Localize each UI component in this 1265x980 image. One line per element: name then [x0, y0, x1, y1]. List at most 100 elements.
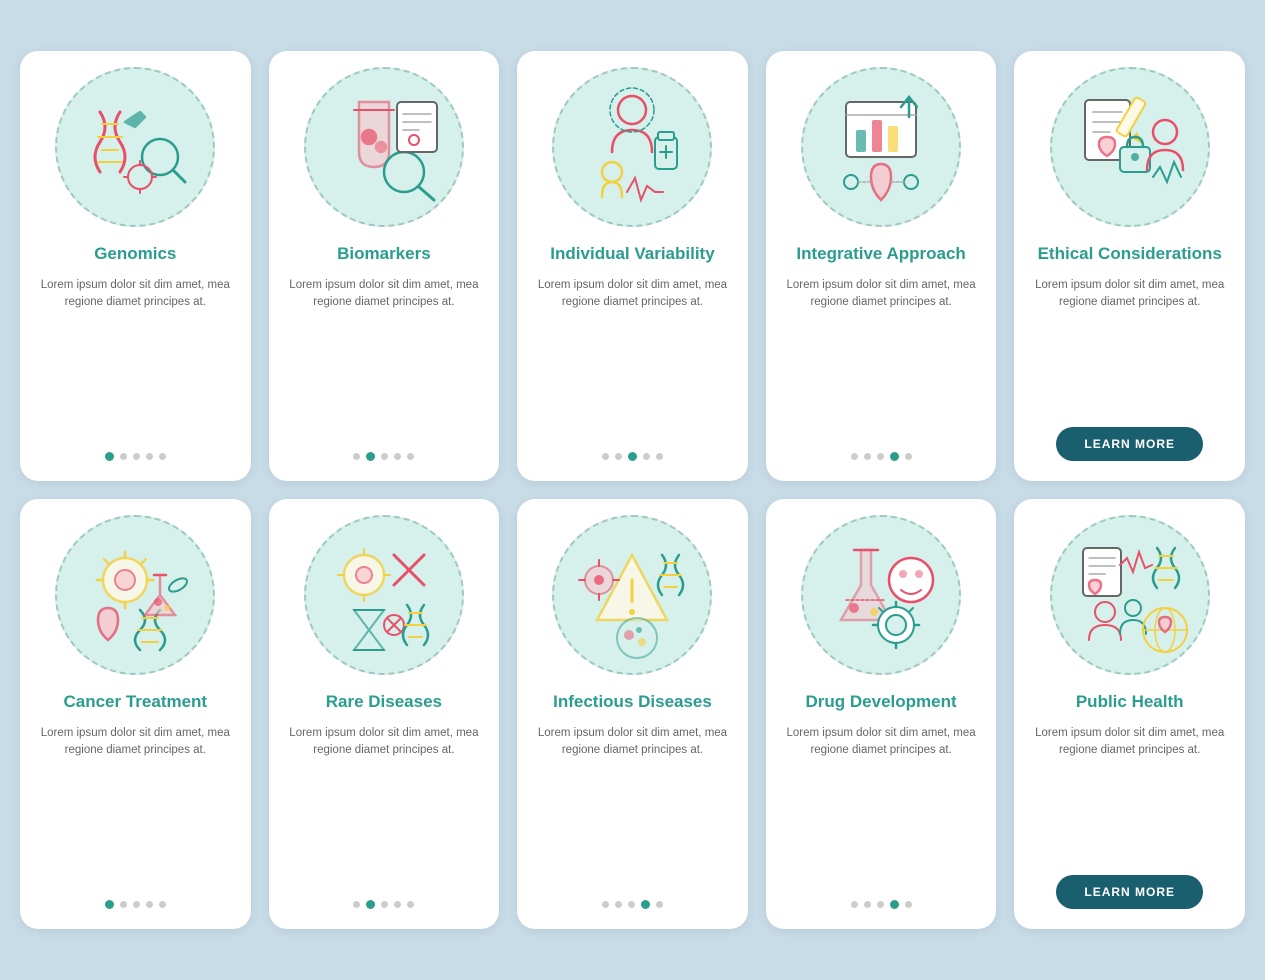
card-title-individual-variability: Individual Variability [550, 243, 714, 265]
card-icon-area-ethical-considerations [1050, 67, 1210, 227]
dot-5-infectious-diseases[interactable] [656, 901, 663, 908]
card-icon-area-individual-variability [552, 67, 712, 227]
card-footer-ethical-considerations: LEARN MORE [1032, 427, 1227, 461]
dot-2-rare-diseases[interactable] [366, 900, 375, 909]
dot-5-cancer-treatment[interactable] [159, 901, 166, 908]
dot-4-integrative-approach[interactable] [890, 452, 899, 461]
card-body-infectious-diseases: Lorem ipsum dolor sit dim amet, mea regi… [535, 725, 730, 884]
dot-3-integrative-approach[interactable] [877, 453, 884, 460]
dot-3-infectious-diseases[interactable] [628, 901, 635, 908]
dot-1-rare-diseases[interactable] [353, 901, 360, 908]
dots-genomics [105, 452, 166, 461]
dot-3-individual-variability[interactable] [628, 452, 637, 461]
card-individual-variability: Individual Variability Lorem ipsum dolor … [517, 51, 748, 481]
dot-3-rare-diseases[interactable] [381, 901, 388, 908]
learn-more-button-public-health[interactable]: LEARN MORE [1056, 875, 1203, 909]
card-body-individual-variability: Lorem ipsum dolor sit dim amet, mea regi… [535, 277, 730, 436]
card-footer-integrative-approach [784, 452, 979, 461]
card-footer-rare-diseases [287, 900, 482, 909]
card-grid: Genomics Lorem ipsum dolor sit dim amet, … [20, 51, 1245, 929]
dot-3-cancer-treatment[interactable] [133, 901, 140, 908]
dot-4-genomics[interactable] [146, 453, 153, 460]
card-icon-area-rare-diseases [304, 515, 464, 675]
card-icon-area-integrative-approach [801, 67, 961, 227]
dot-1-infectious-diseases[interactable] [602, 901, 609, 908]
card-footer-biomarkers [287, 452, 482, 461]
dot-1-genomics[interactable] [105, 452, 114, 461]
dots-individual-variability [602, 452, 663, 461]
dot-3-drug-development[interactable] [877, 901, 884, 908]
dots-drug-development [851, 900, 912, 909]
card-footer-public-health: LEARN MORE [1032, 875, 1227, 909]
dot-5-rare-diseases[interactable] [407, 901, 414, 908]
dot-1-drug-development[interactable] [851, 901, 858, 908]
card-body-rare-diseases: Lorem ipsum dolor sit dim amet, mea regi… [287, 725, 482, 884]
card-footer-genomics [38, 452, 233, 461]
card-icon-area-genomics [55, 67, 215, 227]
card-icon-area-drug-development [801, 515, 961, 675]
dot-3-biomarkers[interactable] [381, 453, 388, 460]
card-title-integrative-approach: Integrative Approach [796, 243, 965, 265]
dots-integrative-approach [851, 452, 912, 461]
card-biomarkers: Biomarkers Lorem ipsum dolor sit dim amet… [269, 51, 500, 481]
card-drug-development: Drug Development Lorem ipsum dolor sit di… [766, 499, 997, 929]
card-title-infectious-diseases: Infectious Diseases [553, 691, 712, 713]
card-body-cancer-treatment: Lorem ipsum dolor sit dim amet, mea regi… [38, 725, 233, 884]
dot-4-drug-development[interactable] [890, 900, 899, 909]
card-public-health: Public Health Lorem ipsum dolor sit dim a… [1014, 499, 1245, 929]
card-title-cancer-treatment: Cancer Treatment [63, 691, 207, 713]
card-body-integrative-approach: Lorem ipsum dolor sit dim amet, mea regi… [784, 277, 979, 436]
dot-4-infectious-diseases[interactable] [641, 900, 650, 909]
card-footer-infectious-diseases [535, 900, 730, 909]
card-title-biomarkers: Biomarkers [337, 243, 431, 265]
dot-3-genomics[interactable] [133, 453, 140, 460]
card-integrative-approach: Integrative Approach Lorem ipsum dolor si… [766, 51, 997, 481]
dot-1-biomarkers[interactable] [353, 453, 360, 460]
card-footer-cancer-treatment [38, 900, 233, 909]
card-body-drug-development: Lorem ipsum dolor sit dim amet, mea regi… [784, 725, 979, 884]
dot-5-drug-development[interactable] [905, 901, 912, 908]
dot-2-drug-development[interactable] [864, 901, 871, 908]
dots-cancer-treatment [105, 900, 166, 909]
card-icon-area-public-health [1050, 515, 1210, 675]
dot-5-integrative-approach[interactable] [905, 453, 912, 460]
card-icon-area-biomarkers [304, 67, 464, 227]
card-title-public-health: Public Health [1076, 691, 1184, 713]
dots-biomarkers [353, 452, 414, 461]
card-title-rare-diseases: Rare Diseases [326, 691, 442, 713]
dot-4-rare-diseases[interactable] [394, 901, 401, 908]
card-footer-individual-variability [535, 452, 730, 461]
dot-2-individual-variability[interactable] [615, 453, 622, 460]
card-title-ethical-considerations: Ethical Considerations [1038, 243, 1222, 265]
dot-5-biomarkers[interactable] [407, 453, 414, 460]
card-body-genomics: Lorem ipsum dolor sit dim amet, mea regi… [38, 277, 233, 436]
card-infectious-diseases: Infectious Diseases Lorem ipsum dolor sit… [517, 499, 748, 929]
card-icon-area-infectious-diseases [552, 515, 712, 675]
dot-4-individual-variability[interactable] [643, 453, 650, 460]
dot-2-genomics[interactable] [120, 453, 127, 460]
dot-1-cancer-treatment[interactable] [105, 900, 114, 909]
card-ethical-considerations: Ethical Considerations Lorem ipsum dolor … [1014, 51, 1245, 481]
dot-2-cancer-treatment[interactable] [120, 901, 127, 908]
card-title-genomics: Genomics [94, 243, 176, 265]
card-icon-area-cancer-treatment [55, 515, 215, 675]
dots-infectious-diseases [602, 900, 663, 909]
dot-1-integrative-approach[interactable] [851, 453, 858, 460]
dot-2-biomarkers[interactable] [366, 452, 375, 461]
card-body-public-health: Lorem ipsum dolor sit dim amet, mea regi… [1032, 725, 1227, 859]
card-cancer-treatment: Cancer Treatment Lorem ipsum dolor sit di… [20, 499, 251, 929]
card-title-drug-development: Drug Development [806, 691, 957, 713]
dot-5-individual-variability[interactable] [656, 453, 663, 460]
learn-more-button-ethical-considerations[interactable]: LEARN MORE [1056, 427, 1203, 461]
card-footer-drug-development [784, 900, 979, 909]
dot-4-biomarkers[interactable] [394, 453, 401, 460]
dots-rare-diseases [353, 900, 414, 909]
card-body-biomarkers: Lorem ipsum dolor sit dim amet, mea regi… [287, 277, 482, 436]
dot-4-cancer-treatment[interactable] [146, 901, 153, 908]
card-body-ethical-considerations: Lorem ipsum dolor sit dim amet, mea regi… [1032, 277, 1227, 411]
dot-1-individual-variability[interactable] [602, 453, 609, 460]
card-rare-diseases: Rare Diseases Lorem ipsum dolor sit dim a… [269, 499, 500, 929]
dot-5-genomics[interactable] [159, 453, 166, 460]
dot-2-infectious-diseases[interactable] [615, 901, 622, 908]
dot-2-integrative-approach[interactable] [864, 453, 871, 460]
